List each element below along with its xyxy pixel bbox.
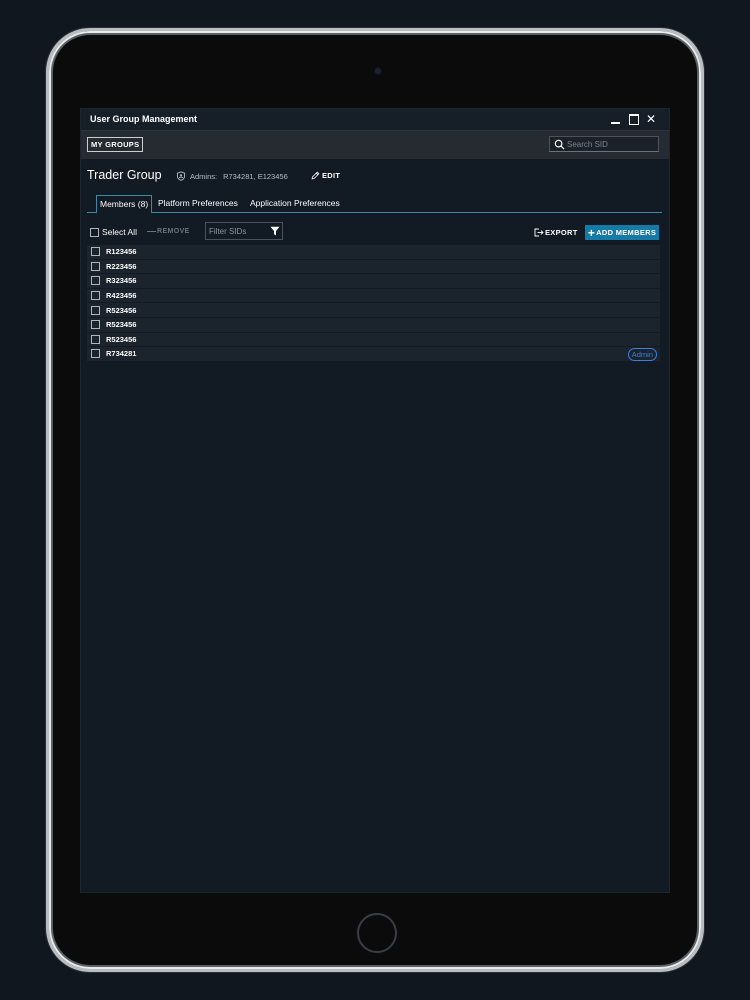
plus-icon: +	[587, 225, 596, 240]
tab-application-preferences[interactable]: Application Preferences	[247, 196, 343, 213]
select-all-label: Select All	[102, 227, 137, 237]
my-groups-button[interactable]: MY GROUPS	[87, 137, 144, 152]
search-icon	[554, 139, 565, 150]
tab-bar: Members (8) Platform Preferences Applica…	[87, 193, 662, 214]
minus-icon	[147, 230, 156, 233]
filter-input[interactable]	[209, 226, 267, 237]
filter-box[interactable]	[205, 222, 283, 240]
member-row[interactable]: R523456	[87, 332, 660, 348]
member-row[interactable]: R223456	[87, 259, 660, 275]
search-box[interactable]	[549, 136, 659, 152]
top-toolbar: MY GROUPS	[81, 131, 669, 159]
select-all-control[interactable]: Select All	[90, 227, 137, 237]
member-checkbox[interactable]	[91, 334, 100, 344]
member-row[interactable]: R123456	[87, 245, 660, 260]
remove-button[interactable]: REMOVE	[147, 228, 190, 235]
search-input[interactable]	[567, 138, 655, 150]
home-button[interactable]	[357, 913, 397, 953]
group-name: Trader Group	[87, 168, 162, 182]
member-sid: R223456	[106, 261, 137, 271]
member-checkbox[interactable]	[91, 261, 100, 271]
member-row[interactable]: R323456	[87, 274, 660, 289]
app-window: User Group Management ✕ MY GROUPS Tra	[80, 108, 670, 893]
tablet-frame: User Group Management ✕ MY GROUPS Tra	[46, 28, 704, 972]
tab-members[interactable]: Members (8)	[96, 195, 153, 214]
shield-icon	[176, 171, 186, 181]
admins-value: R734281, E123456	[223, 171, 288, 181]
maximize-icon[interactable]	[626, 112, 640, 126]
admins-info: Admins: R734281, E123456	[176, 171, 288, 181]
minimize-icon[interactable]	[608, 112, 622, 126]
member-row[interactable]: R523456	[87, 317, 660, 333]
title-bar: User Group Management ✕	[81, 109, 669, 131]
member-checkbox[interactable]	[91, 349, 100, 359]
group-header: Trader Group Admins: R734281, E123456 ED…	[81, 159, 669, 193]
add-members-button[interactable]: + ADD MEMBERS	[585, 225, 659, 240]
member-checkbox[interactable]	[91, 247, 100, 257]
add-members-label: ADD MEMBERS	[596, 228, 657, 237]
member-sid: R523456	[106, 305, 137, 315]
export-button[interactable]: EXPORT	[534, 228, 578, 237]
export-icon	[534, 228, 544, 237]
edit-button[interactable]: EDIT	[311, 171, 340, 180]
camera-dot	[375, 68, 381, 74]
member-sid: R323456	[106, 276, 137, 286]
admins-label: Admins:	[190, 171, 218, 181]
edit-label: EDIT	[322, 171, 341, 180]
filter-icon[interactable]	[270, 226, 280, 236]
window-title: User Group Management	[90, 114, 198, 124]
member-sid: R123456	[106, 247, 137, 257]
select-all-checkbox[interactable]	[90, 227, 99, 237]
member-checkbox[interactable]	[91, 276, 100, 286]
admin-badge: Admin	[627, 348, 657, 362]
member-sid: R734281	[106, 349, 137, 359]
member-row[interactable]: R734281 Admin	[87, 347, 660, 362]
member-row[interactable]: R523456	[87, 303, 660, 318]
member-checkbox[interactable]	[91, 305, 100, 315]
pencil-icon	[311, 171, 320, 180]
member-row[interactable]: R423456	[87, 288, 660, 304]
member-checkbox[interactable]	[91, 291, 100, 301]
member-sid: R423456	[106, 291, 137, 301]
export-label: EXPORT	[545, 228, 578, 237]
tab-platform-preferences[interactable]: Platform Preferences	[155, 196, 241, 213]
member-list: R123456 R223456 R323456 R423456 R523456	[87, 245, 660, 362]
remove-label: REMOVE	[157, 228, 190, 235]
member-checkbox[interactable]	[91, 320, 100, 330]
stage: User Group Management ✕ MY GROUPS Tra	[0, 0, 750, 1000]
close-icon[interactable]: ✕	[644, 112, 658, 126]
member-tools: Select All REMOVE Filter SIDs EXPORT + A…	[81, 213, 669, 245]
member-sid: R523456	[106, 320, 137, 330]
member-sid: R523456	[106, 334, 137, 344]
